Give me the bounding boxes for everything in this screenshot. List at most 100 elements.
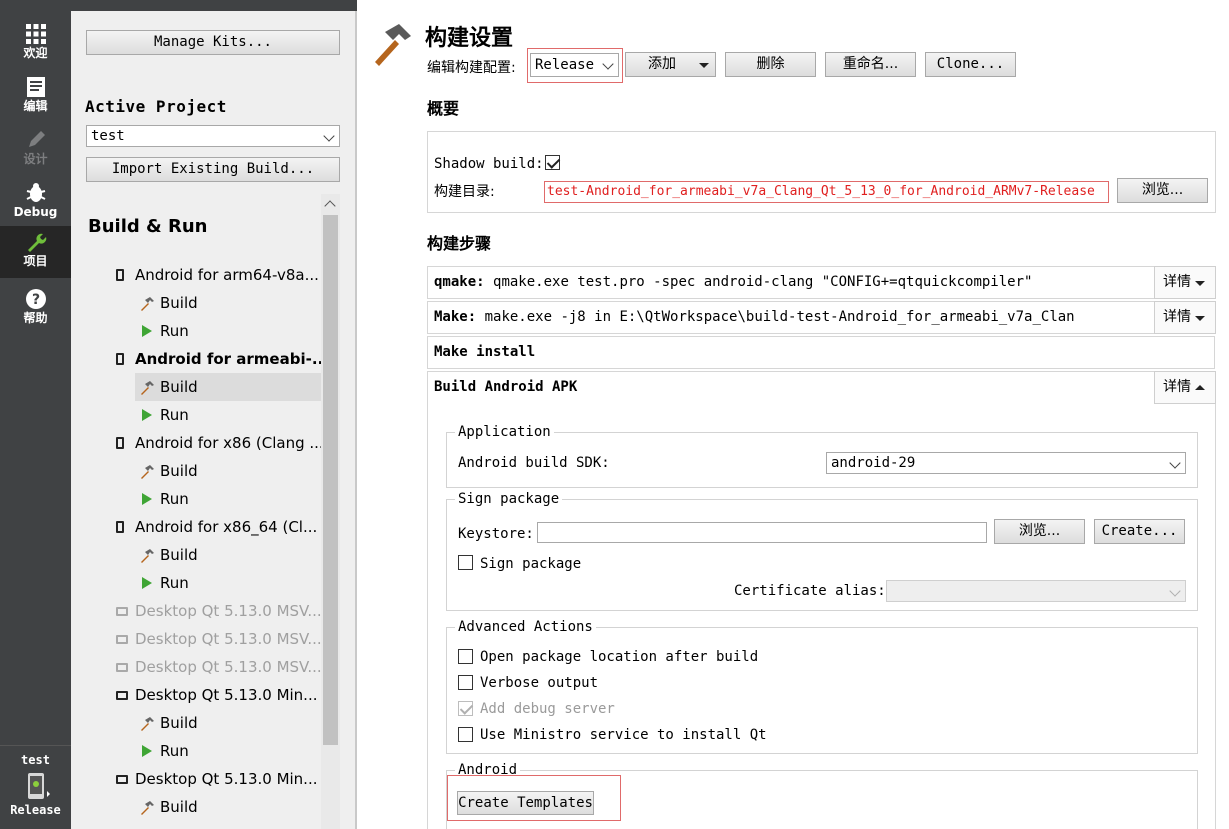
tree-item-label: Run [160, 406, 189, 424]
cert-alias-label: Certificate alias: [734, 583, 886, 599]
mode-projects[interactable]: 项目 [0, 226, 71, 278]
kit-item[interactable]: Android for x86 (Clang ... [111, 429, 321, 457]
tree-item-build[interactable]: Build [135, 457, 321, 485]
keystore-create-button[interactable]: Create... [1094, 519, 1185, 544]
kit-item[interactable]: Android for x86_64 (Cl... [111, 513, 321, 541]
kit-label: Android for armeabi-... [135, 350, 321, 368]
rename-config-button[interactable]: 重命名... [825, 52, 916, 77]
verbose-output-checkbox[interactable] [458, 675, 473, 690]
chevron-up-icon[interactable] [324, 200, 336, 212]
play-icon [142, 577, 152, 589]
target-project-label: test [21, 753, 50, 767]
tree-item-label: Build [160, 798, 198, 816]
tree-item-build[interactable]: Build [135, 541, 321, 569]
tree-item-build[interactable]: Build [135, 709, 321, 737]
mode-label: 项目 [23, 254, 48, 268]
bug-icon [26, 183, 45, 202]
step-make: Make: make.exe -j8 in E:\QtWorkspace\bui… [427, 301, 1216, 334]
desktop-icon [116, 635, 128, 644]
cert-alias-select[interactable] [886, 580, 1186, 602]
desktop-icon [116, 607, 128, 616]
tree-item-label: Run [160, 574, 189, 592]
mode-welcome[interactable]: 欢迎 [0, 18, 71, 70]
tree-item-build[interactable]: Build [135, 793, 321, 821]
manage-kits-button[interactable]: Manage Kits... [86, 30, 340, 55]
build-dir-field[interactable]: test-Android_for_armeabi_v7a_Clang_Qt_5_… [544, 181, 1109, 203]
mode-edit[interactable]: 编辑 [0, 71, 71, 123]
scrollbar-thumb[interactable] [323, 215, 338, 745]
tree-item-run[interactable]: Run [135, 737, 321, 765]
hammer-icon [141, 801, 154, 815]
play-icon [142, 409, 152, 421]
kit-label: Android for arm64-v8a... [135, 266, 319, 284]
grid-icon [25, 24, 46, 44]
question-icon: ? [25, 289, 46, 309]
document-icon [26, 77, 45, 97]
highlight-box [447, 775, 621, 821]
step-command: make.exe -j8 in E:\QtWorkspace\build-tes… [484, 309, 1075, 325]
desktop-icon [116, 691, 128, 700]
desktop-icon [116, 663, 128, 672]
mode-label: Debug [13, 205, 58, 219]
open-package-label: Open package location after build [480, 649, 759, 665]
shadow-build-checkbox[interactable] [545, 155, 560, 170]
step-details-button[interactable]: 详情 [1154, 301, 1216, 334]
tree-item-run[interactable]: Run [135, 485, 321, 513]
tree-item-label: Run [160, 322, 189, 340]
hammer-icon [141, 549, 154, 563]
kit-item[interactable]: Desktop Qt 5.13.0 MSV... [111, 625, 321, 653]
open-package-checkbox[interactable] [458, 649, 473, 664]
mode-help[interactable]: ? 帮助 [0, 283, 71, 335]
android-phone-icon [116, 521, 124, 533]
chevron-down-icon [323, 130, 335, 142]
kit-label: Android for x86_64 (Cl... [135, 518, 318, 536]
tree-item-run[interactable]: Run [135, 821, 321, 829]
kit-item[interactable]: Desktop Qt 5.13.0 MSV... [111, 597, 321, 625]
kit-label: Desktop Qt 5.13.0 Min... [135, 686, 318, 704]
kit-item[interactable]: Android for armeabi-... [111, 345, 321, 373]
tree-item-run[interactable]: Run [135, 569, 321, 597]
step-details-button[interactable]: 详情 [1154, 266, 1216, 299]
delete-config-button[interactable]: 删除 [725, 52, 816, 77]
sign-package-checkbox[interactable] [458, 555, 473, 570]
ministro-label: Use Ministro service to install Qt [480, 727, 767, 743]
kit-item[interactable]: Desktop Qt 5.13.0 Min... [111, 681, 321, 709]
import-existing-build-button[interactable]: Import Existing Build... [86, 157, 340, 182]
tree-item-build[interactable]: Build [135, 373, 321, 401]
tree-item-run[interactable]: Run [135, 317, 321, 345]
play-icon [142, 325, 152, 337]
kit-tree: Android for arm64-v8a... Build Run Android … [71, 260, 321, 829]
pen-icon [28, 131, 45, 147]
ministro-checkbox[interactable] [458, 727, 473, 742]
sign-package-group: Sign package Keystore: 浏览... Create... S… [446, 491, 1198, 611]
android-phone-icon [116, 269, 124, 281]
kit-label: Android for x86 (Clang ... [135, 434, 321, 452]
highlight-box [527, 48, 623, 83]
active-project-combo[interactable]: test [86, 125, 340, 147]
tree-item-label: Build [160, 378, 198, 396]
hammer-icon [141, 465, 154, 479]
advanced-actions-legend: Advanced Actions [455, 619, 596, 635]
kit-item[interactable]: Desktop Qt 5.13.0 Min... [111, 765, 321, 793]
desktop-icon [116, 775, 128, 784]
browse-build-dir-button[interactable]: 浏览... [1117, 178, 1208, 203]
build-dir-label: 构建目录: [434, 184, 495, 200]
sdk-select[interactable]: android-29 [826, 452, 1186, 474]
step-make-install: Make install [427, 336, 1215, 369]
tree-scrollbar[interactable] [321, 194, 340, 829]
add-config-button[interactable]: 添加 [625, 52, 716, 77]
step-details-button[interactable]: 详情 [1154, 371, 1216, 404]
kit-selector[interactable]: test Release [0, 745, 71, 829]
mode-debug[interactable]: Debug [0, 177, 71, 229]
keystore-browse-button[interactable]: 浏览... [994, 519, 1085, 544]
wrench-icon [27, 233, 46, 252]
caret-up-icon [1195, 385, 1205, 390]
kit-item[interactable]: Desktop Qt 5.13.0 MSV... [111, 653, 321, 681]
hammer-icon [141, 381, 154, 395]
keystore-field[interactable] [537, 522, 987, 543]
tree-item-run[interactable]: Run [135, 401, 321, 429]
clone-config-button[interactable]: Clone... [925, 52, 1016, 77]
tree-item-build[interactable]: Build [135, 289, 321, 317]
kit-item[interactable]: Android for arm64-v8a... [111, 261, 321, 289]
add-config-label: 添加 [648, 56, 676, 72]
